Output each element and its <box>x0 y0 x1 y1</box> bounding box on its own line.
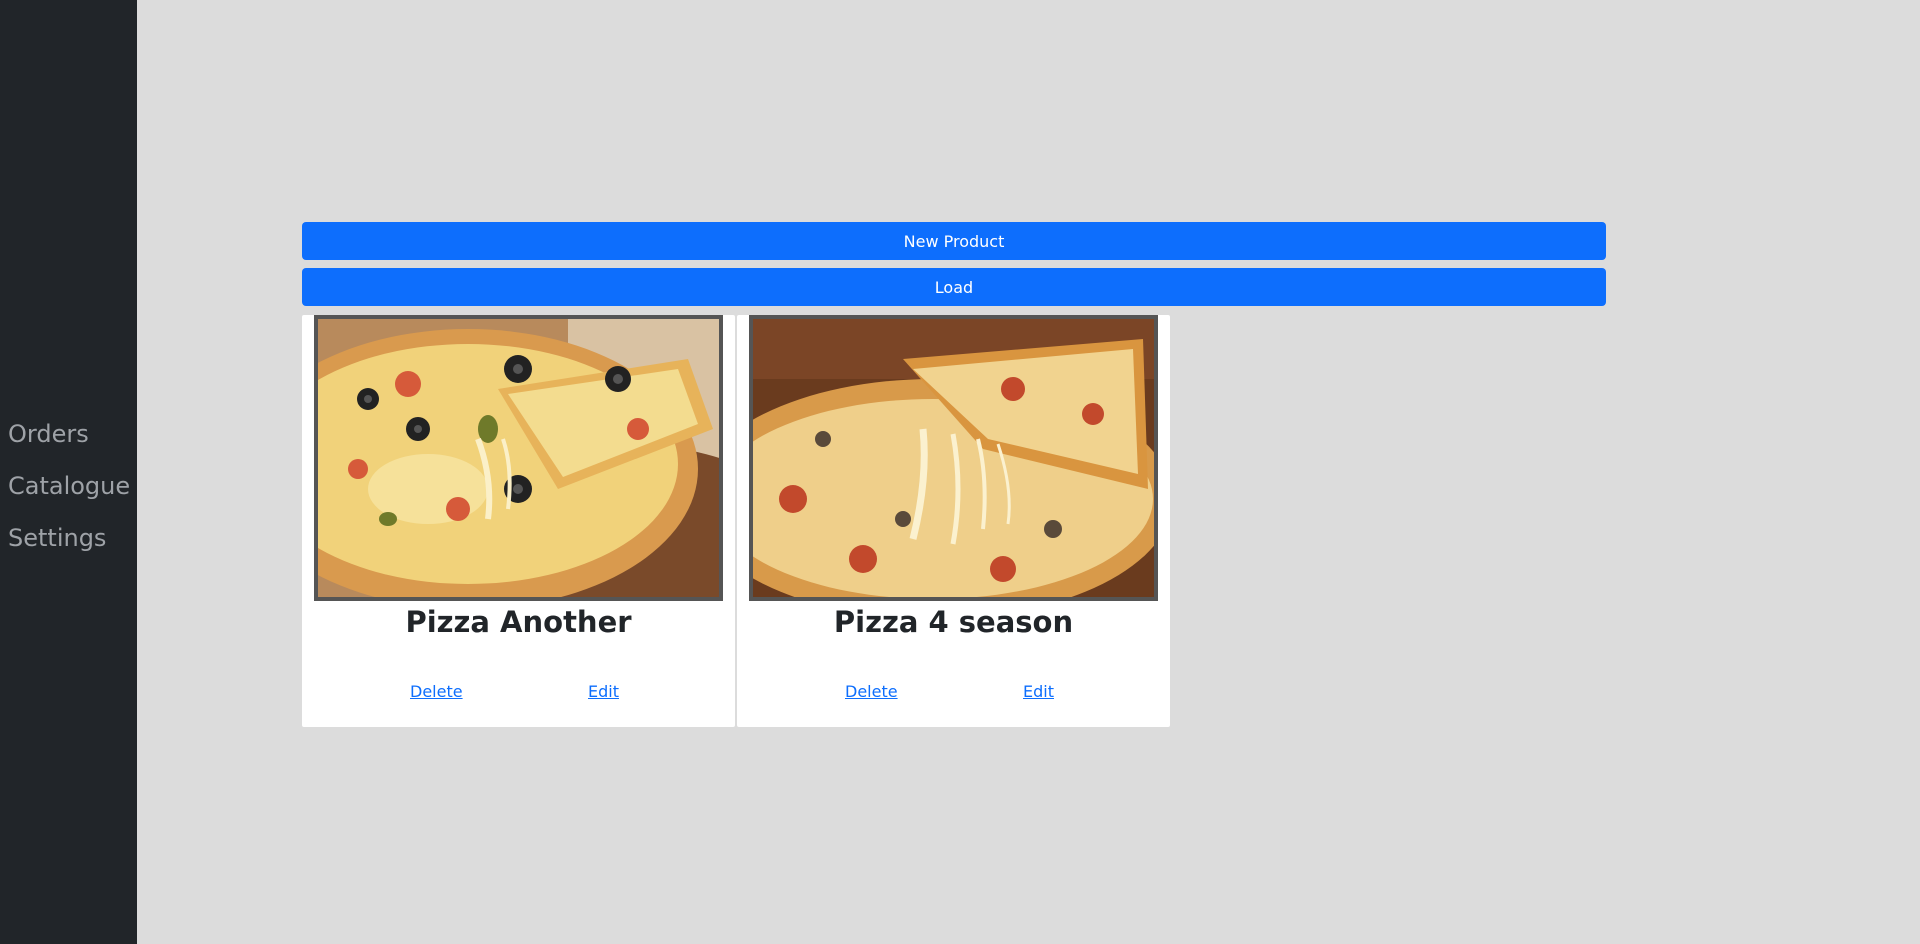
sidebar-item-settings[interactable]: Settings <box>8 512 130 564</box>
sidebar: Orders Catalogue Settings <box>0 0 137 944</box>
delete-link[interactable]: Delete <box>410 682 463 701</box>
edit-link[interactable]: Edit <box>1023 682 1054 701</box>
product-image <box>749 315 1158 601</box>
pizza-photo <box>318 319 719 597</box>
sidebar-nav: Orders Catalogue Settings <box>8 408 130 564</box>
product-image <box>314 315 723 601</box>
product-card: Pizza Another Delete Edit <box>302 315 735 727</box>
delete-link[interactable]: Delete <box>845 682 898 701</box>
load-button[interactable]: Load <box>302 268 1606 306</box>
product-card: Pizza 4 season Delete Edit <box>737 315 1170 727</box>
product-name: Pizza Another <box>405 605 632 639</box>
main-content: New Product Load Pizza Another Delete Ed… <box>137 0 1920 944</box>
pizza-photo <box>753 319 1154 597</box>
product-name: Pizza 4 season <box>833 605 1074 639</box>
sidebar-item-catalogue[interactable]: Catalogue <box>8 460 130 512</box>
sidebar-item-orders[interactable]: Orders <box>8 408 130 460</box>
edit-link[interactable]: Edit <box>588 682 619 701</box>
new-product-button[interactable]: New Product <box>302 222 1606 260</box>
product-list: Pizza Another Delete Edit Pizza 4 season… <box>302 315 1170 727</box>
